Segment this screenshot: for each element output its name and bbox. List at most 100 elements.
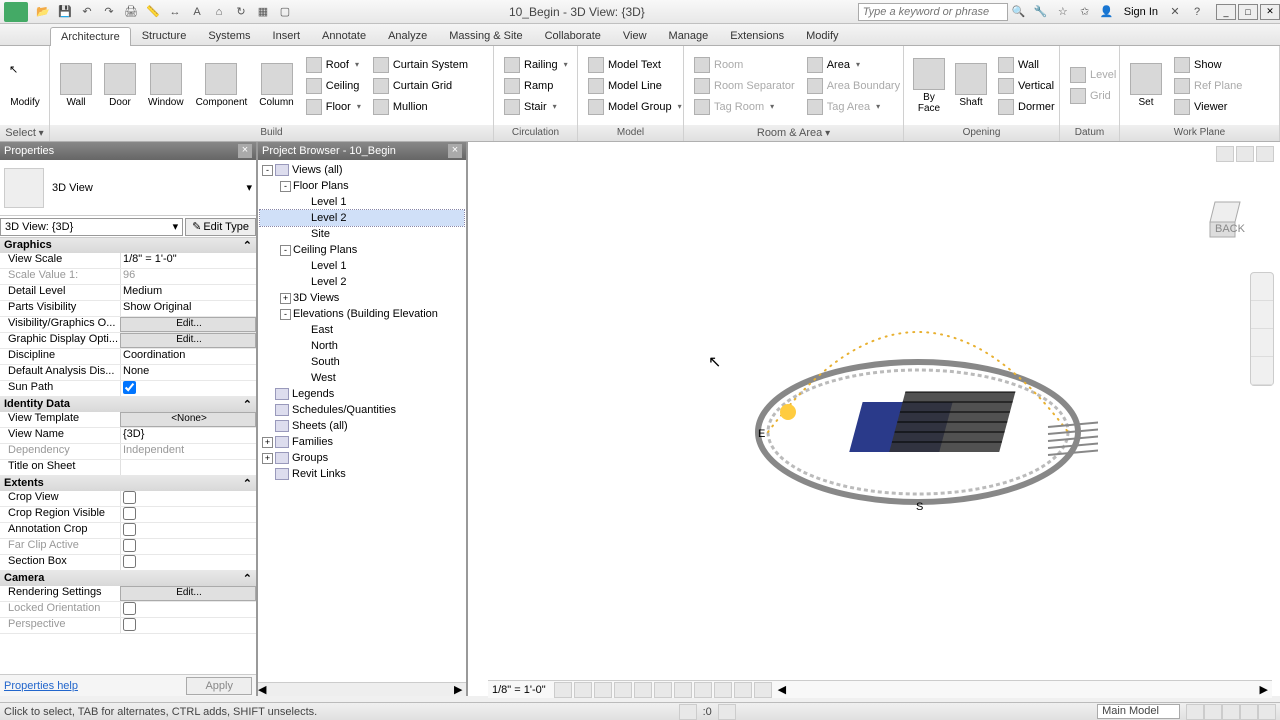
exchange-icon[interactable]: ✕ [1164,2,1186,22]
tree-node[interactable]: Level 2 [260,210,464,226]
status-filter-icon[interactable] [1258,704,1276,720]
search-input[interactable] [858,3,1008,21]
tab-systems[interactable]: Systems [197,26,261,45]
property-group[interactable]: Identity Data⌃ [0,397,256,412]
tree-node[interactable]: +Families [260,434,464,450]
signin-link[interactable]: Sign In [1124,6,1158,18]
grid-button[interactable]: Grid [1066,86,1120,106]
set-button[interactable]: Set [1124,61,1168,110]
vcb-sun-icon[interactable] [594,682,612,698]
property-row[interactable]: Parts VisibilityShow Original [0,301,256,317]
user-icon[interactable]: 👤 [1096,2,1118,22]
room-button[interactable]: Room [690,55,799,75]
tree-node[interactable]: Site [260,226,464,242]
properties-help-link[interactable]: Properties help [4,680,78,692]
view-max-icon[interactable] [1236,146,1254,162]
tree-node[interactable]: Level 2 [260,274,464,290]
tree-node[interactable]: Legends [260,386,464,402]
property-checkbox[interactable] [123,491,136,504]
model-group-button[interactable]: Model Group▾ [584,97,686,117]
vcb-detail-icon[interactable] [554,682,572,698]
vcb-visual-style-icon[interactable] [574,682,592,698]
property-row[interactable]: Perspective [0,618,256,634]
by-face-button[interactable]: By Face [908,56,950,116]
viewcube[interactable]: BACK [1200,192,1250,242]
tab-architecture[interactable]: Architecture [50,27,131,46]
model-line-button[interactable]: Model Line [584,76,686,96]
undo-icon[interactable]: ↶ [76,2,98,22]
level-button[interactable]: Level [1066,65,1120,85]
property-checkbox[interactable] [123,381,136,394]
column-button[interactable]: Column [253,61,299,110]
area-boundary-button[interactable]: Area Boundary [803,76,904,96]
floor-button[interactable]: Floor▾ [302,97,365,117]
property-group[interactable]: Extents⌃ [0,476,256,491]
view-close-icon[interactable] [1256,146,1274,162]
property-checkbox[interactable] [123,602,136,615]
properties-close-icon[interactable]: × [238,144,252,158]
property-row[interactable]: Graphic Display Opti...Edit... [0,333,256,349]
help-icon[interactable]: ? [1186,2,1208,22]
property-group[interactable]: Camera⌃ [0,571,256,586]
property-checkbox[interactable] [123,555,136,568]
property-row[interactable]: Visibility/Graphics O...Edit... [0,317,256,333]
property-checkbox[interactable] [123,539,136,552]
status-select-pinned-icon[interactable] [1240,704,1258,720]
window-button[interactable]: Window [142,61,190,110]
vcb-shadow-icon[interactable] [614,682,632,698]
expander-icon[interactable]: - [262,165,273,176]
property-checkbox[interactable] [123,618,136,631]
open-icon[interactable]: 📂 [32,2,54,22]
favorite-icon[interactable]: ✩ [1074,2,1096,22]
model-text-button[interactable]: Model Text [584,55,686,75]
tab-view[interactable]: View [612,26,658,45]
property-group[interactable]: Graphics⌃ [0,238,256,253]
home-icon[interactable]: ⌂ [208,2,230,22]
property-row[interactable]: Far Clip Active [0,539,256,555]
property-row[interactable]: Crop Region Visible [0,507,256,523]
railing-button[interactable]: Railing▾ [500,55,572,75]
app-logo-icon[interactable] [4,2,28,22]
tree-node[interactable]: -Elevations (Building Elevation [260,306,464,322]
tag-room-button[interactable]: Tag Room▾ [690,97,799,117]
view-min-icon[interactable] [1216,146,1234,162]
property-row[interactable]: Section Box [0,555,256,571]
chevron-down-icon[interactable]: ▾ [246,181,252,194]
type-selector[interactable]: 3D View [52,182,238,194]
ref-plane-button[interactable]: Ref Plane [1170,76,1246,96]
property-row[interactable]: Title on Sheet [0,460,256,476]
infocenter-search-icon[interactable]: 🔍 [1008,2,1030,22]
modify-button[interactable]: ↖Modify [4,61,46,110]
roof-button[interactable]: Roof▾ [302,55,365,75]
align-icon[interactable]: ↔ [164,2,186,22]
tab-insert[interactable]: Insert [262,26,312,45]
vcb-analytical-icon[interactable] [754,682,772,698]
scale-display[interactable]: 1/8" = 1'-0" [492,684,546,696]
workset-combo[interactable]: Main Model [1097,704,1180,719]
vcb-crop-icon[interactable] [654,682,672,698]
property-grid[interactable]: Graphics⌃View Scale1/8" = 1'-0"Scale Val… [0,238,256,674]
tree-node[interactable]: Revit Links [260,466,464,482]
vcb-crop-region-icon[interactable] [674,682,692,698]
status-workset-icon[interactable] [679,704,697,720]
close-hidden-icon[interactable]: ▢ [274,2,296,22]
browser-close-icon[interactable]: × [448,144,462,158]
opening-dormer-button[interactable]: Dormer [994,97,1059,117]
ramp-button[interactable]: Ramp [500,76,572,96]
status-select-underlay-icon[interactable] [1222,704,1240,720]
tree-node[interactable]: -Floor Plans [260,178,464,194]
show-button[interactable]: Show [1170,55,1246,75]
shaft-button[interactable]: Shaft [950,61,992,110]
ceiling-button[interactable]: Ceiling [302,76,365,96]
navigation-bar[interactable] [1250,272,1274,386]
measure-icon[interactable]: 📏 [142,2,164,22]
property-checkbox[interactable] [123,523,136,536]
expander-icon[interactable]: + [262,437,273,448]
tab-annotate[interactable]: Annotate [311,26,377,45]
tab-extensions[interactable]: Extensions [719,26,795,45]
mullion-button[interactable]: Mullion [369,97,472,117]
tab-modify[interactable]: Modify [795,26,849,45]
property-row[interactable]: View Scale1/8" = 1'-0" [0,253,256,269]
area-button[interactable]: Area▾ [803,55,904,75]
door-button[interactable]: Door [98,61,142,110]
